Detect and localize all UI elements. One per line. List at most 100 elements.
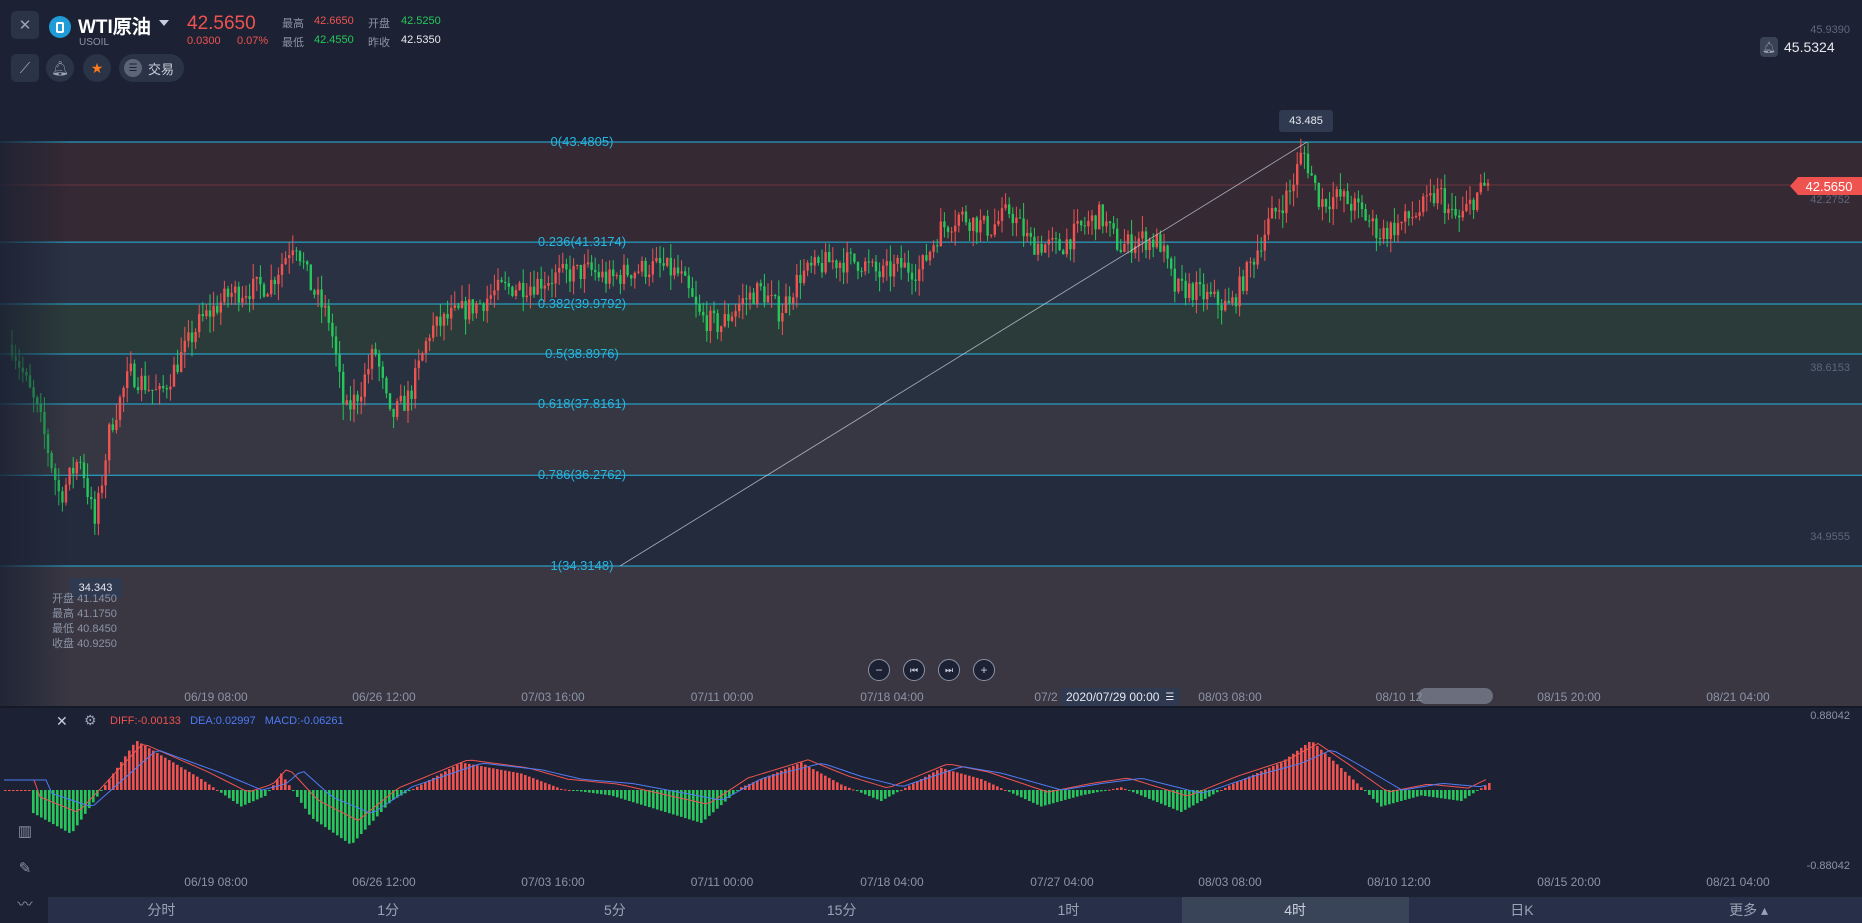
- macd-bar: [1204, 790, 1207, 799]
- candle-body: [75, 461, 78, 474]
- candle-body: [925, 255, 928, 261]
- zoom-in-button[interactable]: +: [973, 659, 995, 681]
- candle-body: [122, 388, 125, 398]
- candle-body: [1407, 211, 1410, 219]
- macd-bar: [64, 790, 67, 831]
- candle-body: [1094, 215, 1097, 230]
- macd-bar: [808, 766, 811, 790]
- macd-close-icon[interactable]: ✕: [56, 713, 68, 730]
- macd-bar: [300, 790, 303, 803]
- candle-body: [457, 305, 460, 308]
- candle-body: [853, 253, 856, 263]
- candle-body: [694, 296, 698, 304]
- macd-bar: [260, 790, 263, 798]
- timeframe-tab[interactable]: 日K: [1409, 897, 1636, 923]
- macd-bar: [820, 773, 823, 790]
- candle-body: [453, 305, 456, 308]
- macd-bar: [336, 790, 339, 836]
- candle-body: [482, 303, 485, 312]
- macd-bar: [192, 774, 195, 790]
- timeframe-tab[interactable]: 5分: [502, 897, 729, 923]
- timeframe-tab[interactable]: 1分: [275, 897, 502, 923]
- candle-body: [896, 257, 899, 264]
- macd-bar: [572, 790, 575, 791]
- macd-bar: [904, 787, 907, 790]
- right-axis-label: 42.2752: [1810, 194, 1850, 206]
- macd-bar: [1440, 790, 1443, 799]
- candle-body: [568, 269, 572, 282]
- timeframe-bar: 分时 1分 5分 15分 1时 4时 日K 更多 ▴: [48, 897, 1862, 923]
- tooltip-high: 41.1750: [77, 608, 117, 620]
- candle-body: [223, 288, 226, 303]
- macd-x-axis-label: 08/03 08:00: [1198, 875, 1262, 889]
- pane-divider[interactable]: [0, 706, 1862, 708]
- skip-start-button[interactable]: ⏮: [903, 659, 925, 681]
- macd-bar: [1220, 790, 1223, 791]
- candle-body: [565, 263, 568, 270]
- macd-bar: [588, 790, 591, 793]
- timeframe-tab[interactable]: 分时: [48, 897, 275, 923]
- indicator-icon[interactable]: ▥: [8, 818, 42, 844]
- candle-body: [1231, 297, 1234, 304]
- candle-body: [262, 284, 266, 297]
- macd-bar: [828, 777, 831, 790]
- macd-x-axis-label: 07/27 04:00: [1030, 875, 1094, 889]
- macd-bar: [616, 790, 619, 798]
- macd-bar: [1004, 790, 1007, 791]
- timeframe-tab[interactable]: 15分: [728, 897, 955, 923]
- macd-bar: [180, 767, 183, 790]
- main-chart-svg[interactable]: [0, 0, 1862, 923]
- candle-body: [889, 261, 892, 277]
- macd-bar: [304, 790, 307, 809]
- candle-body: [561, 263, 564, 269]
- macd-bar: [1344, 771, 1347, 790]
- candle-body: [313, 290, 316, 295]
- candle-body: [349, 400, 352, 410]
- macd-bar: [1468, 790, 1471, 796]
- scroll-handle[interactable]: [1418, 688, 1493, 704]
- candle-body: [1051, 238, 1054, 240]
- macd-settings-icon[interactable]: ⚙: [84, 712, 97, 729]
- macd-bar: [996, 786, 999, 790]
- macd-bar: [1272, 766, 1275, 790]
- candle-body: [961, 211, 964, 215]
- candle-body: [597, 272, 600, 278]
- candle-body: [86, 478, 89, 497]
- skip-end-button[interactable]: ⏭: [938, 659, 960, 681]
- candle-body: [1036, 243, 1040, 255]
- candle-body: [1440, 188, 1443, 190]
- fib-level-label: 0(43.4805): [550, 134, 614, 149]
- macd-bar: [584, 790, 587, 793]
- timeframe-tab[interactable]: 4时: [1181, 897, 1409, 923]
- macd-bar: [1160, 790, 1163, 804]
- fib-level-label: 0.5(38.8976): [545, 346, 619, 361]
- candle-body: [1000, 208, 1004, 221]
- macd-bar: [1100, 790, 1103, 792]
- macd-bar: [1428, 790, 1431, 797]
- zoom-out-button[interactable]: −: [868, 659, 890, 681]
- macd-bar: [1424, 790, 1427, 797]
- candle-body: [147, 389, 150, 391]
- pencil-icon[interactable]: ✎: [8, 855, 42, 881]
- candle-body: [345, 400, 348, 405]
- macd-bar: [1420, 790, 1423, 796]
- candle-body: [842, 262, 845, 273]
- candle-body: [198, 314, 201, 333]
- candle-body: [273, 279, 276, 285]
- macd-bar: [1284, 759, 1287, 790]
- macd-bar: [636, 790, 639, 804]
- timeframe-tab[interactable]: 更多 ▴: [1635, 897, 1862, 923]
- macd-x-axis-label: 08/21 04:00: [1706, 875, 1770, 889]
- macd-histogram: [4, 741, 1491, 844]
- candle-body: [1044, 244, 1047, 253]
- candle-body: [471, 299, 474, 314]
- macd-bar: [1436, 790, 1439, 798]
- timeframe-tab[interactable]: 1时: [955, 897, 1182, 923]
- candle-body: [777, 296, 780, 322]
- macd-x-axis-label: 06/19 08:00: [184, 875, 248, 889]
- candle-body: [446, 314, 449, 319]
- candle-body: [626, 264, 629, 276]
- macd-bar: [316, 790, 319, 822]
- candle-body: [374, 348, 377, 354]
- chart-line-icon[interactable]: 〰: [8, 890, 42, 916]
